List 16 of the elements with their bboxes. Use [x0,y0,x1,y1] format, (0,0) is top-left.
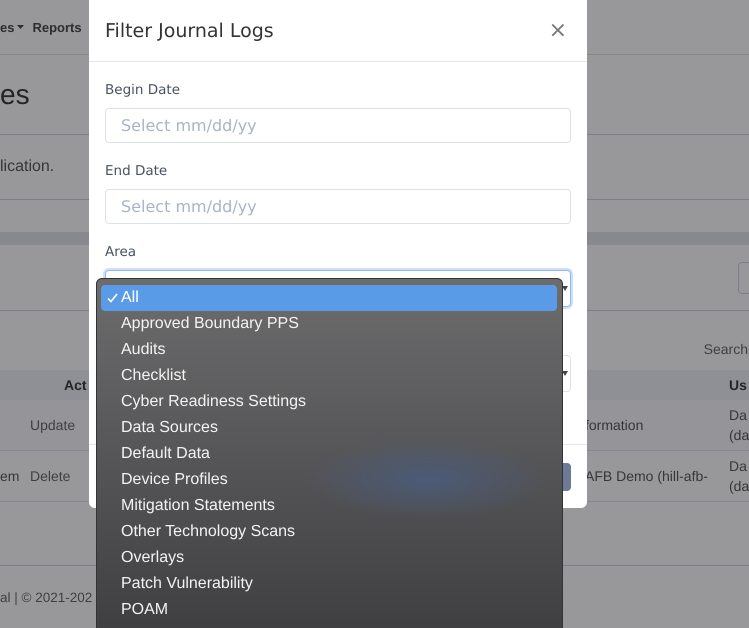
table-cell-text: (da [729,426,749,445]
table-cell-text: Da [729,406,748,425]
table-cell-text: (da [729,477,749,496]
field-label: End Date [105,163,168,179]
search-label: Search [704,340,749,356]
table-cell: em [0,468,20,484]
table-cell-text: Da [729,457,748,476]
page-heading: es [0,78,30,110]
table-cell: AFB Demo (hill-afb- [585,468,708,484]
field-label: Area [105,244,138,260]
field-label: Begin Date [105,82,182,98]
modal-title: Filter Journal Logs [105,20,274,42]
column-header: Us [729,377,748,393]
footer-text: al | © 2021-202 [0,590,92,605]
page-description: lication. [0,158,54,176]
column-header: Act [64,377,88,393]
